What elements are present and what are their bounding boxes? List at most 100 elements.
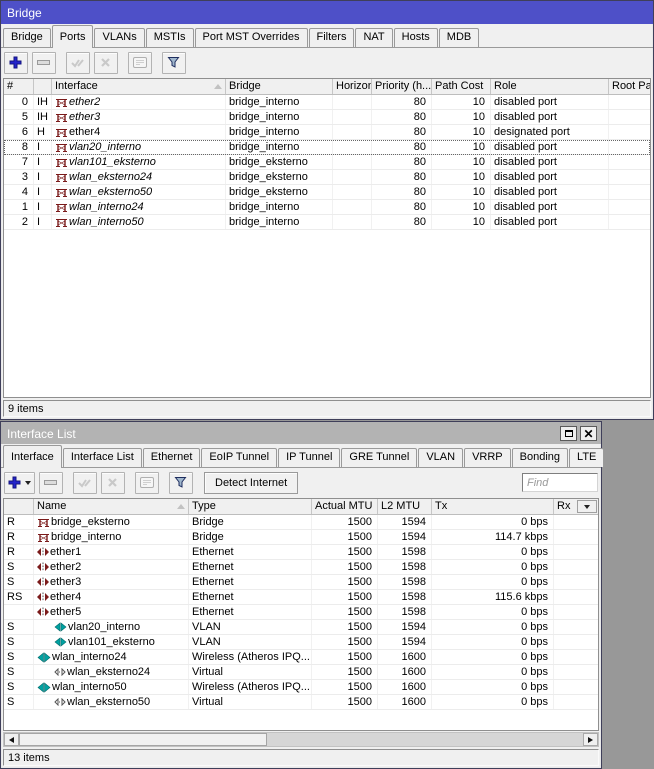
table-row-vlan101-eksterno[interactable]: Svlan101_eksterno VLAN 1500 1594 0 bps — [4, 635, 598, 650]
table-row-wlan-eksterno24[interactable]: 3 Iwlan_eksterno24 bridge_eksterno 80 10 disa… — [4, 170, 650, 185]
table-row-ether3[interactable]: 5 IH ether3 bridge_interno 80 10 disabled port — [4, 110, 650, 125]
table-row-wlan-eksterno24[interactable]: Swlan_eksterno24 Virtual 1500 1600 0 bps — [4, 665, 598, 680]
table-row-vlan101-eksterno[interactable]: 7 Ivlan101_eksterno bridge_eksterno 80 10 dis… — [4, 155, 650, 170]
column-header-root-pat[interactable]: Root Pat... — [609, 79, 650, 94]
disable-button[interactable] — [94, 51, 118, 74]
column-header-l2-mtu[interactable]: L2 MTU — [378, 499, 432, 514]
find-input[interactable] — [522, 473, 598, 492]
scrollbar-thumb[interactable] — [19, 733, 267, 746]
table-row-ether4[interactable]: 6 Hether4 bridge_interno 80 10 designated por… — [4, 125, 650, 140]
cell-rx — [554, 515, 598, 529]
cell-rx — [554, 680, 598, 694]
tab-vrrp[interactable]: VRRP — [464, 448, 511, 467]
cell-tx: 0 bps — [432, 545, 554, 559]
table-row-wlan-interno24[interactable]: 1 Iwlan_interno24 bridge_interno 80 10 disabl… — [4, 200, 650, 215]
table-row-vlan20-interno[interactable]: Svlan20_interno VLAN 1500 1594 0 bps — [4, 620, 598, 635]
tab-mstis[interactable]: MSTIs — [145, 28, 194, 47]
table-row-ether3[interactable]: Sether3 Ethernet 1500 1598 0 bps — [4, 575, 598, 590]
tab-bonding[interactable]: Bonding — [511, 448, 569, 467]
tab-filters[interactable]: Filters — [308, 28, 355, 47]
tab-nat[interactable]: NAT — [355, 28, 393, 47]
tab-ip-tunnel[interactable]: IP Tunnel — [278, 448, 341, 467]
interface-list-titlebar[interactable]: Interface List ✕ — [1, 422, 601, 444]
cell-flags: IH — [34, 95, 52, 109]
cell-name: vlan101_eksterno — [34, 635, 189, 649]
table-row-wlan-interno50[interactable]: Swlan_interno50 Wireless (Atheros IPQ... 1… — [4, 680, 598, 695]
table-row-ether5[interactable]: ether5 Ethernet 1500 1598 0 bps — [4, 605, 598, 620]
interface-name: wlan_interno50 — [69, 216, 144, 228]
table-row-vlan20-interno[interactable]: 8 Ivlan20_interno bridge_interno 80 10 disabl… — [4, 140, 650, 155]
table-row-wlan-interno50[interactable]: 2 Iwlan_interno50 bridge_interno 80 10 disabl… — [4, 215, 650, 230]
table-row-wlan-eksterno50[interactable]: 4 Iwlan_eksterno50 bridge_eksterno 80 10 disa… — [4, 185, 650, 200]
bridge-window-titlebar[interactable]: Bridge — [1, 1, 653, 24]
tab-interface[interactable]: Interface — [3, 445, 62, 468]
column-header-actual-mtu[interactable]: Actual MTU — [312, 499, 378, 514]
table-row-wlan-interno24[interactable]: Swlan_interno24 Wireless (Atheros IPQ... 1… — [4, 650, 598, 665]
add-button[interactable] — [4, 471, 35, 494]
tab-ports[interactable]: Ports — [51, 25, 94, 48]
table-row-ether2[interactable]: Sether2 Ethernet 1500 1598 0 bps — [4, 560, 598, 575]
maximize-button[interactable] — [560, 426, 577, 441]
enable-button[interactable] — [66, 51, 90, 74]
cell-bridge: bridge_interno — [226, 95, 333, 109]
column-header-type[interactable]: Type — [189, 499, 312, 514]
table-row-ether2[interactable]: 0 IH ether2 bridge_interno 80 10 disabled port — [4, 95, 650, 110]
column-header-flags[interactable] — [4, 499, 34, 514]
bridge-ports-body: 0 IH ether2 bridge_interno 80 10 disabled port… — [4, 95, 650, 397]
tab-vlan[interactable]: VLAN — [418, 448, 464, 467]
tab-ethernet[interactable]: Ethernet — [142, 448, 201, 467]
column-header-role[interactable]: Role — [491, 79, 609, 94]
table-row-bridge-eksterno[interactable]: Rbridge_eksterno Bridge 1500 1594 0 bps — [4, 515, 598, 530]
scroll-right-icon — [588, 736, 593, 743]
interface-list-title: Interface List — [7, 426, 76, 441]
column-header-tx[interactable]: Tx — [432, 499, 554, 514]
table-row-ether4[interactable]: RS ether4 Ethernet 1500 1598 115.6 kbps — [4, 590, 598, 605]
close-button[interactable]: ✕ — [580, 426, 597, 441]
comment-button[interactable] — [128, 51, 152, 74]
cell-path_cost: 10 — [432, 170, 491, 184]
enable-button[interactable] — [73, 471, 97, 494]
remove-button[interactable] — [32, 51, 56, 74]
add-button[interactable] — [4, 51, 28, 74]
tab-vlans[interactable]: VLANs — [94, 28, 145, 47]
cell-path_cost: 10 — [432, 200, 491, 214]
tab-port-mst-overrides[interactable]: Port MST Overrides — [194, 28, 308, 47]
table-row-ether1[interactable]: Rether1 Ethernet 1500 1598 0 bps — [4, 545, 598, 560]
column-header-horizon[interactable]: Horizon — [333, 79, 372, 94]
cell-root_path — [609, 110, 650, 124]
column-header-priority-h[interactable]: Priority (h... — [372, 79, 432, 94]
tab-eoip-tunnel[interactable]: EoIP Tunnel — [201, 448, 278, 467]
column-header-blank[interactable]: # — [4, 79, 34, 94]
tab-interface-list[interactable]: Interface List — [62, 448, 142, 467]
comment-button[interactable] — [135, 471, 159, 494]
tab-bridge[interactable]: Bridge — [3, 28, 51, 47]
disable-button[interactable] — [101, 471, 125, 494]
table-row-bridge-interno[interactable]: Rbridge_interno Bridge 1500 1594 114.7 kbps — [4, 530, 598, 545]
cell-interface: ether3 — [52, 110, 226, 124]
column-header-interface[interactable]: Interface — [52, 79, 226, 94]
column-header-name[interactable]: Name — [34, 499, 189, 514]
column-select-button[interactable] — [577, 500, 597, 513]
filter-button[interactable] — [162, 51, 186, 74]
column-header-path-cost[interactable]: Path Cost — [432, 79, 491, 94]
detect-internet-button[interactable]: Detect Internet — [204, 471, 299, 494]
scroll-right-button[interactable] — [583, 733, 598, 746]
tab-gre-tunnel[interactable]: GRE Tunnel — [341, 448, 418, 467]
column-header-bridge[interactable]: Bridge — [226, 79, 333, 94]
cell-actual_mtu: 1500 — [312, 635, 378, 649]
tab-hosts[interactable]: Hosts — [393, 28, 438, 47]
cell-interface: wlan_eksterno50 — [52, 185, 226, 199]
horizontal-scrollbar[interactable] — [3, 732, 599, 747]
interface-tabbar: Interface Interface List Ethernet EoIP Tunn… — [1, 444, 605, 468]
tab-lte[interactable]: LTE — [569, 448, 605, 467]
filter-button[interactable] — [169, 471, 193, 494]
tab-mdb[interactable]: MDB — [438, 28, 480, 47]
cell-rx — [554, 530, 598, 544]
cell-actual_mtu: 1500 — [312, 680, 378, 694]
cell-type: Ethernet — [189, 545, 312, 559]
interface-name: bridge_eksterno — [51, 516, 130, 528]
table-row-wlan-eksterno50[interactable]: Swlan_eksterno50 Virtual 1500 1600 0 bps — [4, 695, 598, 710]
column-header-flags[interactable] — [34, 79, 52, 94]
scroll-left-button[interactable] — [4, 733, 19, 746]
remove-button[interactable] — [39, 471, 63, 494]
